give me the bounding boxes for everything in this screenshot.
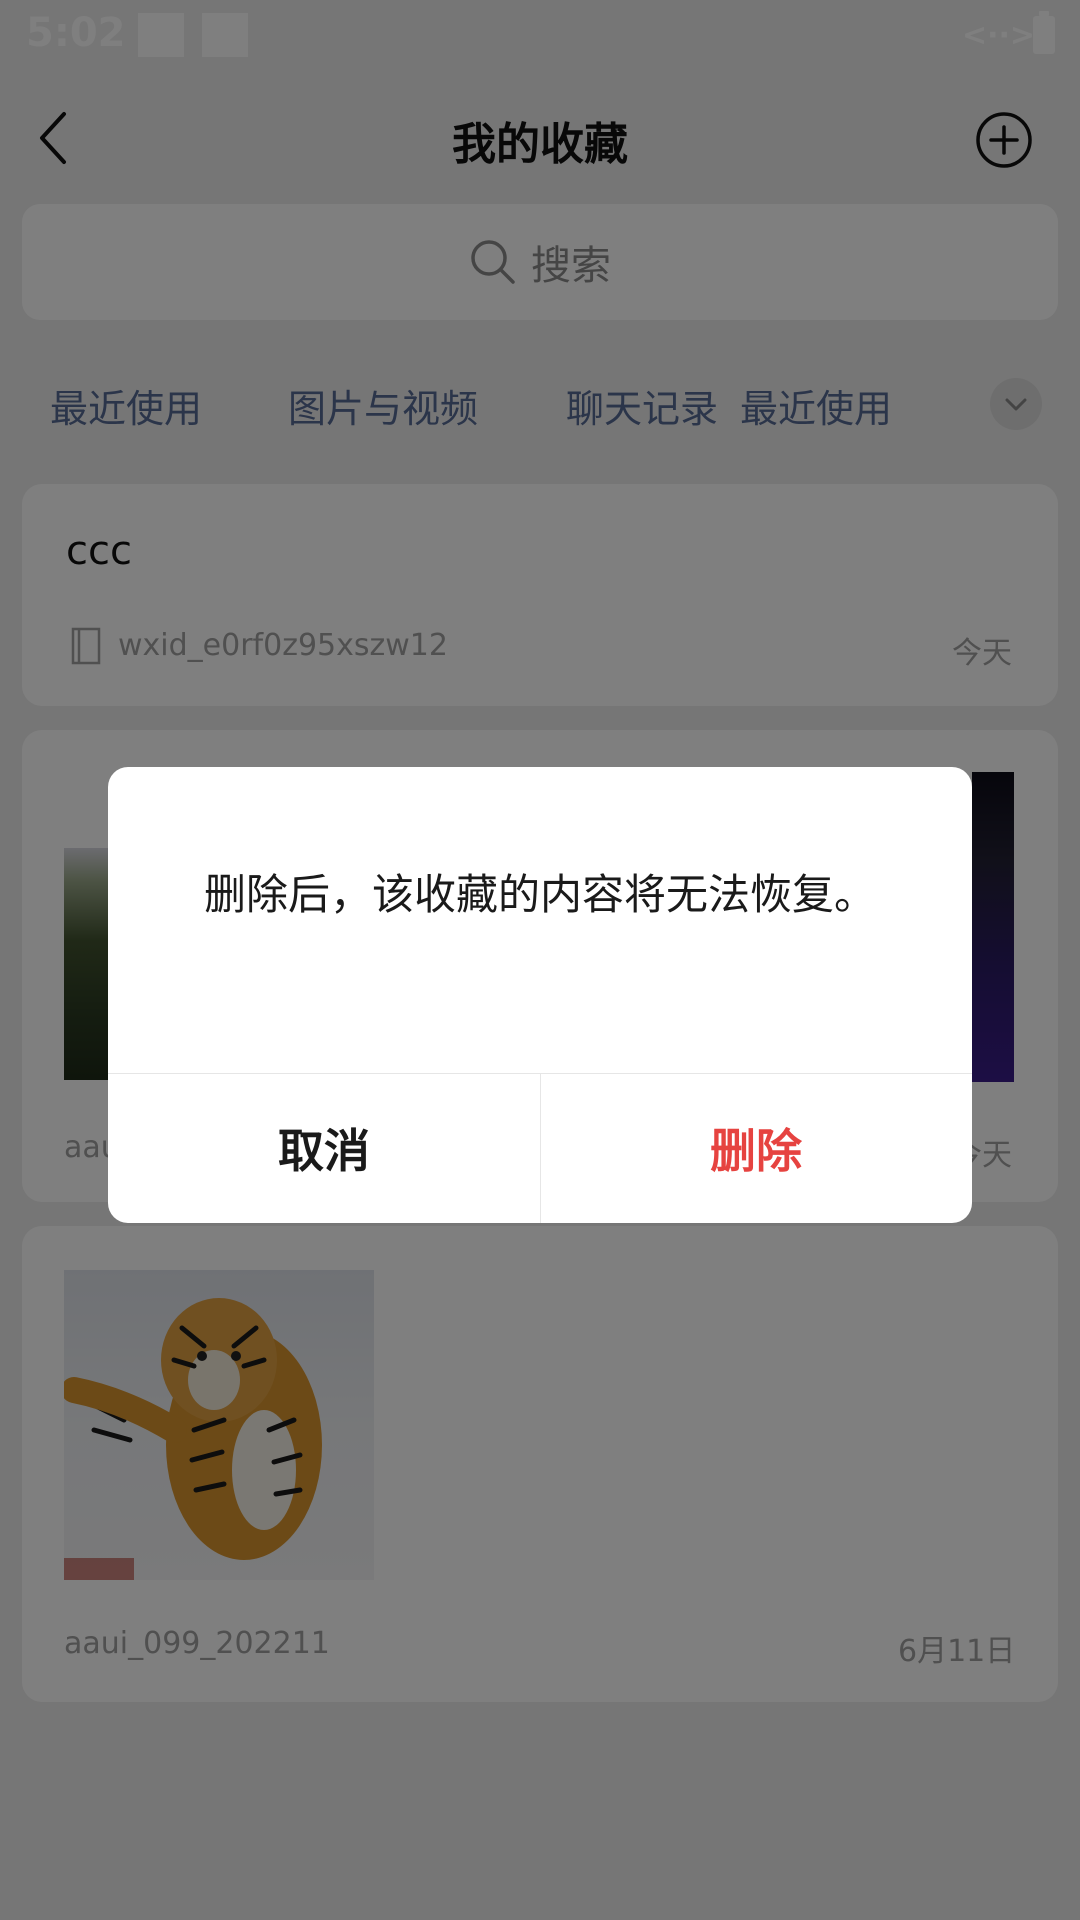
cancel-button[interactable]: 取消	[108, 1073, 540, 1223]
dialog-message: 删除后，该收藏的内容将无法恢复。	[203, 870, 876, 919]
delete-confirm-dialog: 删除后，该收藏的内容将无法恢复。 取消 删除	[108, 767, 972, 1223]
delete-button[interactable]: 删除	[540, 1073, 972, 1223]
